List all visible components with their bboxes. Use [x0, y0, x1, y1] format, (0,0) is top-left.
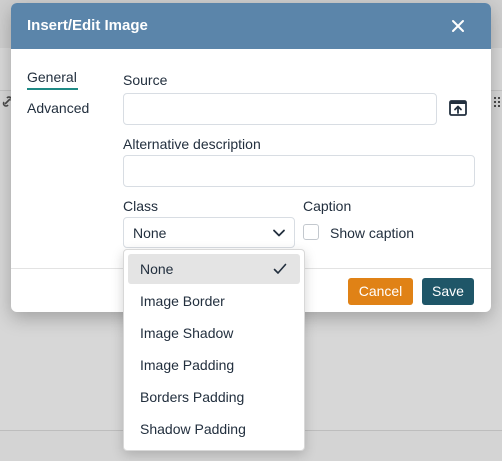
browse-button[interactable]: [447, 97, 469, 119]
class-dropdown-menu: None Image Border Image Shadow Image Pad…: [123, 249, 305, 451]
menu-item-none[interactable]: None: [128, 254, 300, 284]
alternative-description-label: Alternative description: [123, 136, 261, 152]
menu-item-image-shadow[interactable]: Image Shadow: [128, 318, 300, 348]
menu-item-label: Image Shadow: [140, 325, 234, 341]
caption-label: Caption: [303, 198, 352, 214]
menu-item-label: Image Padding: [140, 357, 235, 373]
dialog-title: Insert/Edit Image: [27, 17, 148, 34]
chevron-down-icon: [273, 229, 285, 237]
browse-icon: [449, 100, 467, 116]
menu-item-image-padding[interactable]: Image Padding: [128, 350, 300, 380]
close-icon: [452, 20, 464, 32]
show-caption-label[interactable]: Show caption: [330, 225, 414, 241]
menu-item-label: Borders Padding: [140, 389, 245, 405]
save-button[interactable]: Save: [422, 278, 474, 305]
checkmark-icon: [273, 263, 287, 274]
class-select[interactable]: None: [123, 217, 295, 248]
drag-handle-icon: [492, 96, 502, 110]
close-button[interactable]: [446, 14, 470, 38]
tab-general[interactable]: General: [27, 69, 77, 85]
menu-item-label: None: [140, 261, 174, 277]
class-select-value: None: [133, 225, 167, 241]
menu-item-borders-padding[interactable]: Borders Padding: [128, 382, 300, 412]
active-tab-indicator: [27, 88, 78, 90]
cancel-button[interactable]: Cancel: [348, 278, 413, 305]
source-input[interactable]: [123, 93, 437, 125]
tab-advanced[interactable]: Advanced: [27, 100, 89, 116]
menu-item-image-border[interactable]: Image Border: [128, 286, 300, 316]
menu-item-label: Shadow Padding: [140, 421, 246, 437]
source-label: Source: [123, 72, 168, 88]
menu-item-shadow-padding[interactable]: Shadow Padding: [128, 414, 300, 444]
menu-item-label: Image Border: [140, 293, 225, 309]
show-caption-checkbox[interactable]: [303, 224, 319, 240]
alternative-description-input[interactable]: [123, 155, 475, 187]
class-label: Class: [123, 198, 159, 214]
dialog-header: Insert/Edit Image: [11, 3, 491, 49]
